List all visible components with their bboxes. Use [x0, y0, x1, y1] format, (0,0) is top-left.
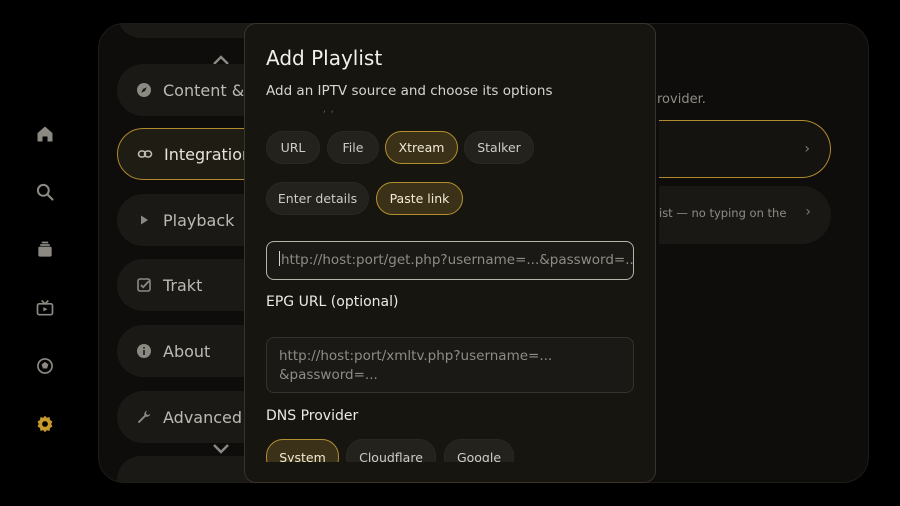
- tv-icon[interactable]: [34, 297, 56, 319]
- source-url-chip[interactable]: URL: [266, 131, 320, 164]
- wrench-icon: [135, 408, 153, 426]
- info-icon: [135, 342, 153, 360]
- mode-enter-details-chip[interactable]: Enter details: [266, 182, 369, 215]
- menu-item-label: Trakt: [163, 275, 203, 295]
- source-file-chip[interactable]: File: [327, 131, 379, 164]
- paste-card-text: ist — no typing on the: [659, 206, 787, 220]
- add-playlist-dialog: Add Playlist Add an IPTV source and choo…: [244, 23, 656, 483]
- scroll-clip-mask: [245, 462, 655, 482]
- playlist-link-input[interactable]: http://host:port/get.php?username=...&pa…: [266, 241, 634, 280]
- epg-placeholder-line2: &password=...: [279, 367, 378, 383]
- clipped-text: ‘ ‘: [323, 110, 335, 120]
- compass-icon: [135, 81, 153, 99]
- sports-icon[interactable]: [34, 355, 56, 377]
- menu-item-label: Advanced: [163, 407, 243, 427]
- provider-card[interactable]: ›: [659, 120, 831, 178]
- text-caret: [279, 251, 280, 266]
- source-stalker-chip[interactable]: Stalker: [464, 131, 534, 164]
- nav-rail: [0, 0, 90, 506]
- play-icon: [135, 211, 153, 229]
- settings-icon[interactable]: [34, 413, 56, 435]
- search-icon[interactable]: [34, 181, 56, 203]
- home-icon[interactable]: [34, 123, 56, 145]
- menu-item-label: About: [163, 341, 211, 361]
- chevron-down-icon[interactable]: [212, 443, 230, 455]
- epg-url-input[interactable]: http://host:port/xmltv.php?username=... …: [266, 337, 634, 393]
- epg-placeholder-line1: http://host:port/xmltv.php?username=...: [279, 348, 553, 364]
- source-xtream-chip[interactable]: Xtream: [385, 131, 458, 164]
- chevron-right-icon: ›: [804, 141, 810, 157]
- chevron-right-icon: ›: [805, 204, 811, 220]
- playlist-link-placeholder: http://host:port/get.php?username=...&pa…: [281, 252, 634, 268]
- link-icon: [136, 145, 154, 163]
- epg-url-label: EPG URL (optional): [266, 294, 399, 310]
- dialog-title: Add Playlist: [266, 46, 383, 70]
- check-square-icon: [135, 276, 153, 294]
- dns-provider-label: DNS Provider: [266, 408, 359, 424]
- paste-card[interactable]: ist — no typing on the ›: [659, 186, 831, 244]
- section-description: rovider.: [657, 92, 706, 107]
- library-icon[interactable]: [34, 239, 56, 261]
- mode-paste-link-chip[interactable]: Paste link: [376, 182, 463, 215]
- dialog-subtitle: Add an IPTV source and choose its option…: [266, 83, 553, 99]
- menu-item-label: Playback: [163, 210, 235, 230]
